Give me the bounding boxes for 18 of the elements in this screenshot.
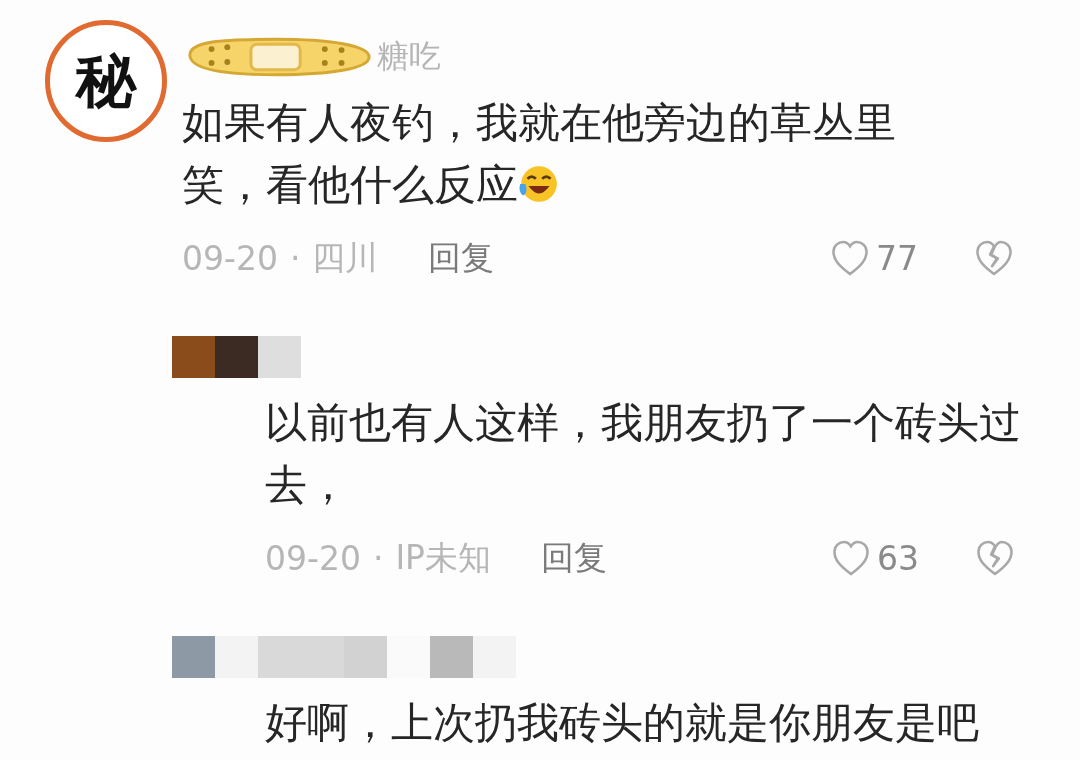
reply-link[interactable]: 回复 xyxy=(541,535,608,581)
comment-location: 四川 xyxy=(312,236,379,279)
like-count: 63 xyxy=(877,538,919,578)
separator-dot: · xyxy=(372,538,384,578)
comment-date: 09-20 xyxy=(265,538,361,578)
reply-link[interactable]: 回复 xyxy=(428,235,495,281)
comment-text: 如果有人夜钓，我就在他旁边的草丛里笑，看他什么反应 xyxy=(182,97,897,211)
avatar[interactable]: 秘 xyxy=(45,20,167,142)
comment-text: 好啊，上次扔我砖头的就是你朋友是吧 xyxy=(265,697,980,749)
comment-text: 以前也有人这样，我朋友扔了一个砖头过去， xyxy=(265,397,1022,511)
like-count: 77 xyxy=(876,238,918,278)
comment-location: IP未知 xyxy=(395,536,492,579)
heart-icon xyxy=(831,540,871,576)
comment-date: 09-20 xyxy=(182,238,278,278)
broken-heart-icon xyxy=(974,240,1014,276)
heart-icon xyxy=(830,240,870,276)
separator-dot: · xyxy=(289,238,301,278)
broken-heart-icon xyxy=(975,540,1015,576)
